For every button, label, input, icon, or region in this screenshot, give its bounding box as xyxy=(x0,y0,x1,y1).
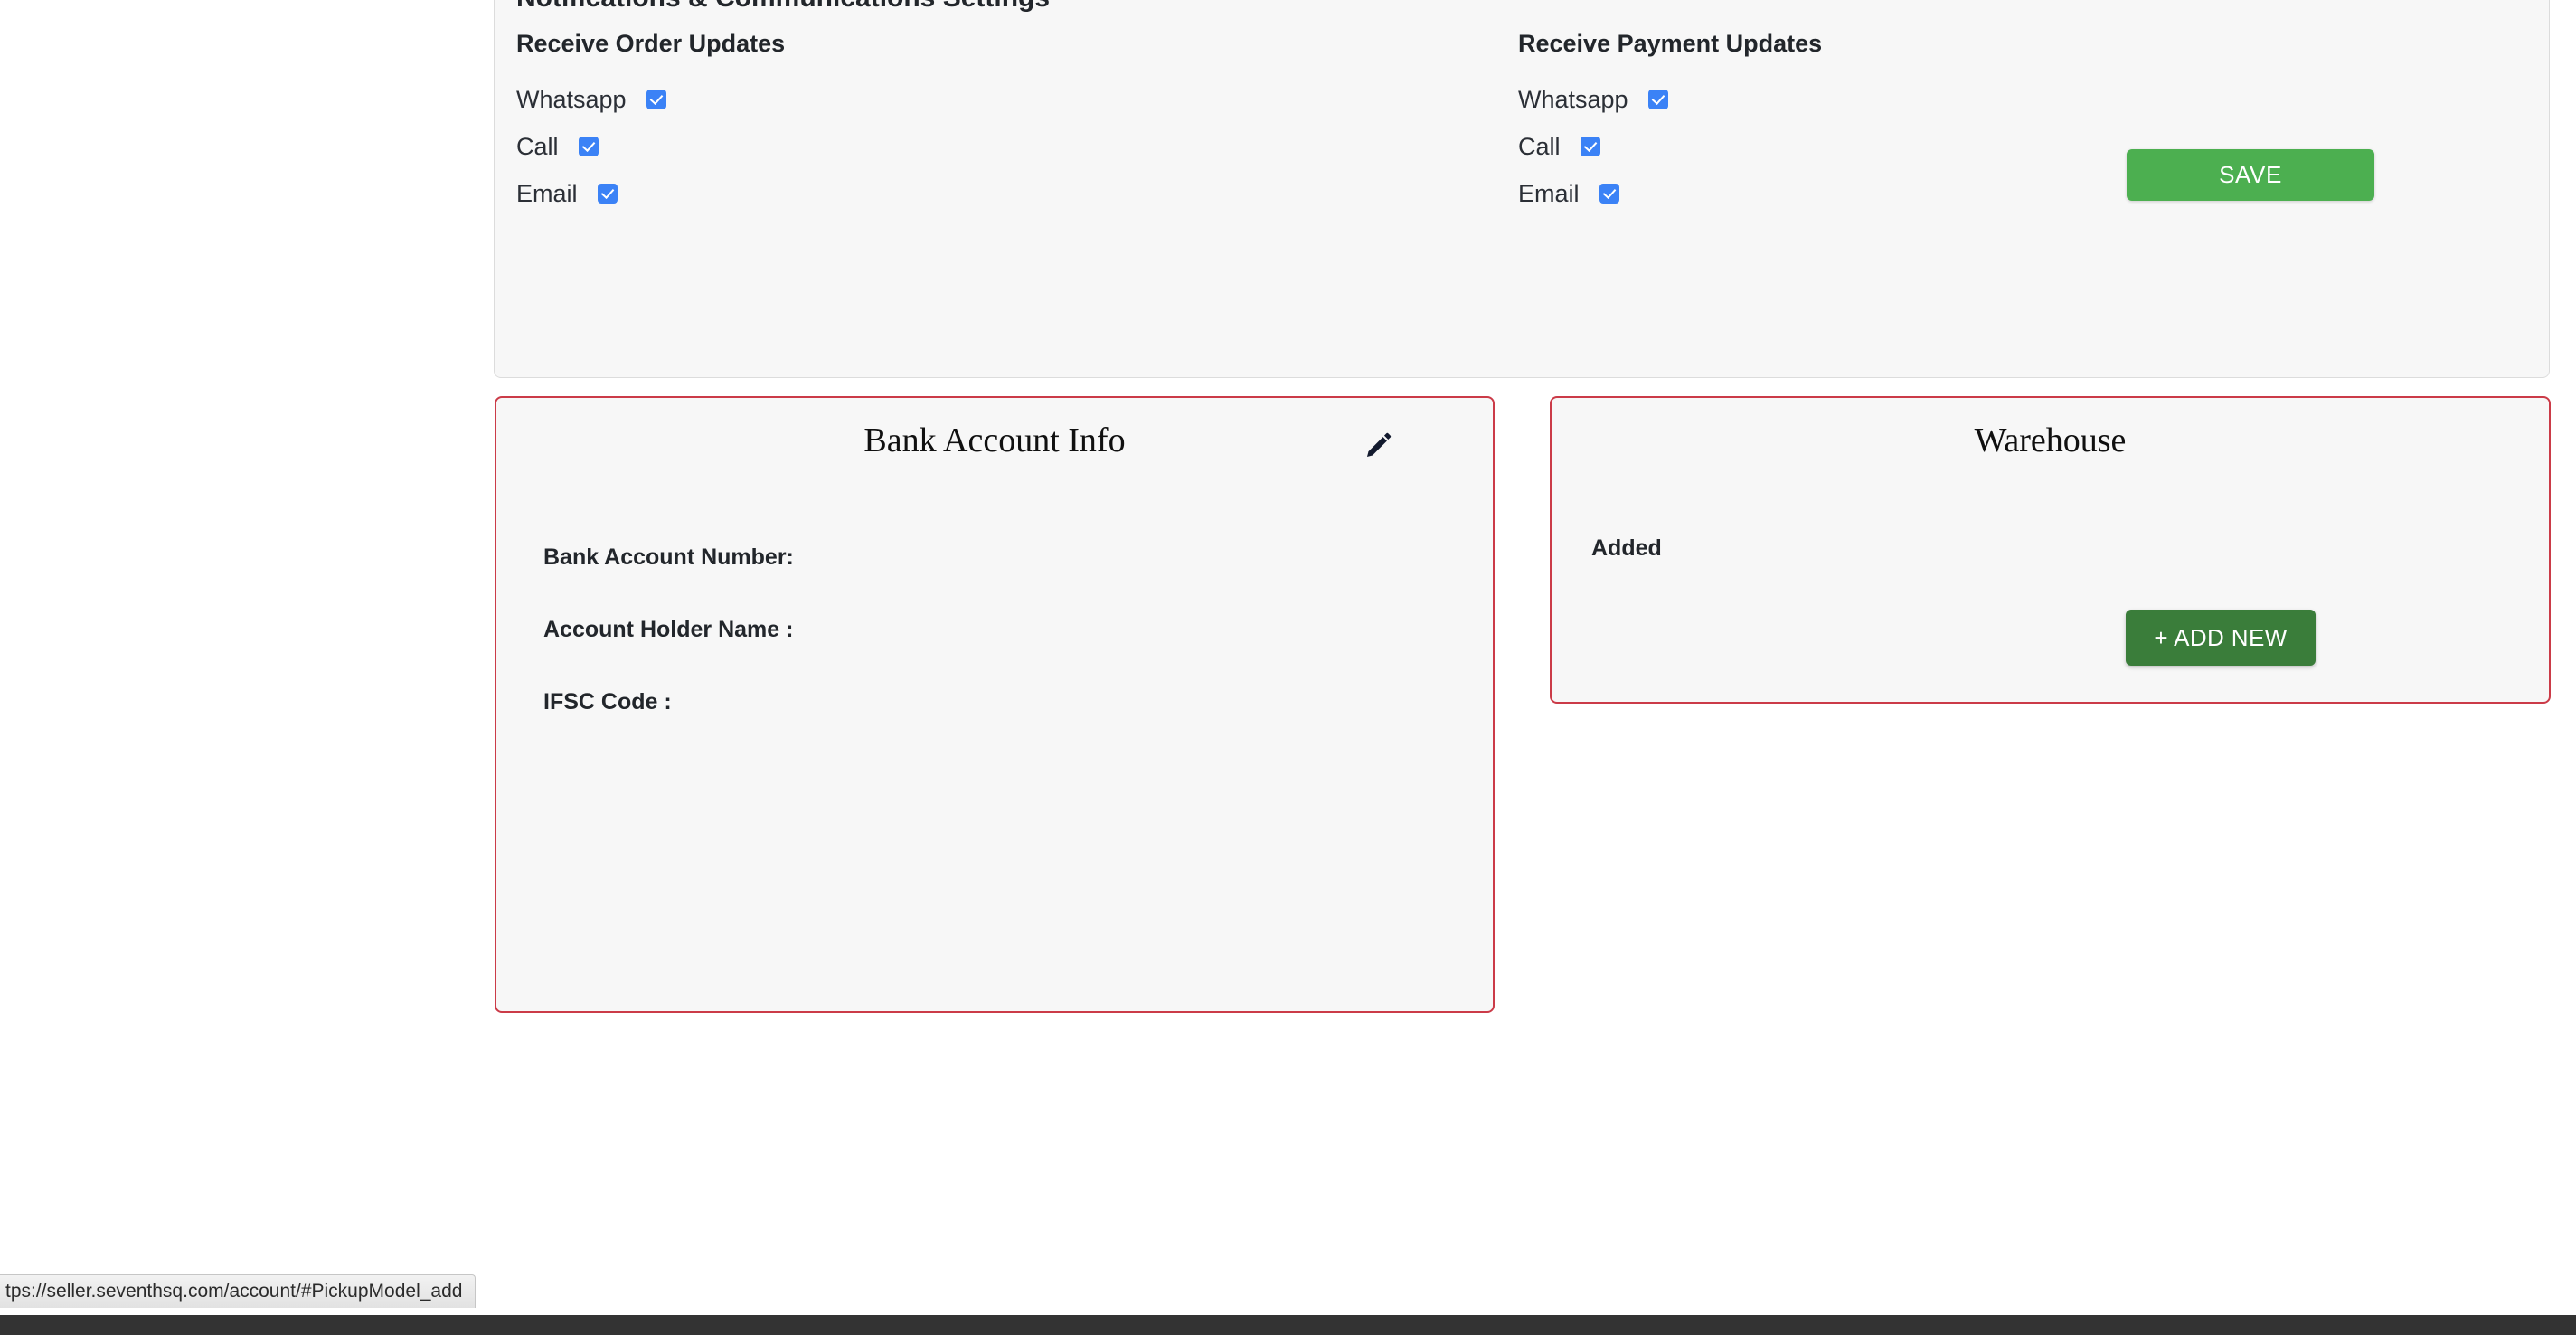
order-updates-email-label: Email xyxy=(516,179,578,207)
payment-updates-whatsapp-checkbox[interactable] xyxy=(1647,90,1668,109)
account-holder-name-label: Account Holder Name : xyxy=(543,617,794,642)
order-updates-email-row: Email xyxy=(516,170,785,217)
payment-updates-email-row: Email xyxy=(1518,170,1822,217)
order-updates-call-label: Call xyxy=(516,132,559,160)
taskbar xyxy=(0,1315,2576,1335)
browser-status-bar: tps://seller.seventhsq.com/account/#Pick… xyxy=(0,1274,477,1308)
notifications-settings-panel: Notifications & Communications Settings … xyxy=(494,0,2550,378)
add-new-warehouse-button[interactable]: + ADD NEW xyxy=(2126,610,2316,666)
order-updates-call-row: Call xyxy=(516,123,785,170)
notifications-settings-title: Notifications & Communications Settings xyxy=(516,0,1050,14)
receive-order-updates-heading: Receive Order Updates xyxy=(516,30,786,57)
payment-updates-call-checkbox[interactable] xyxy=(1580,137,1600,156)
bank-account-info-title: Bank Account Info xyxy=(863,421,1126,459)
receive-payment-updates-heading: Receive Payment Updates xyxy=(1518,30,1823,57)
payment-updates-whatsapp-row: Whatsapp xyxy=(1518,76,1822,123)
save-button[interactable]: SAVE xyxy=(2127,149,2374,201)
status-bar-url: tps://seller.seventhsq.com/account/#Pick… xyxy=(5,1281,463,1302)
warehouse-status-label: Added xyxy=(1591,535,1662,561)
order-updates-whatsapp-checkbox[interactable] xyxy=(646,90,666,109)
bank-account-number-label: Bank Account Number: xyxy=(543,544,794,570)
payment-updates-email-checkbox[interactable] xyxy=(1599,184,1619,204)
bank-account-fields: Bank Account Number: Account Holder Name… xyxy=(543,544,1457,762)
payment-updates-call-row: Call xyxy=(1518,123,1822,170)
payment-updates-call-label: Call xyxy=(1518,132,1561,160)
bank-account-info-card: Bank Account Info Bank Account Number: A… xyxy=(495,396,1495,1013)
warehouse-card: Warehouse Added + ADD NEW xyxy=(1550,396,2551,704)
payment-updates-email-label: Email xyxy=(1518,179,1580,207)
pencil-icon[interactable] xyxy=(1363,431,1393,461)
warehouse-title: Warehouse xyxy=(1974,421,2127,459)
receive-order-updates-group: Receive Order Updates Whatsapp Call Emai… xyxy=(516,30,785,217)
ifsc-code-label: IFSC Code : xyxy=(543,689,672,715)
order-updates-call-checkbox[interactable] xyxy=(578,137,599,156)
payment-updates-whatsapp-label: Whatsapp xyxy=(1518,85,1628,113)
order-updates-email-checkbox[interactable] xyxy=(597,184,618,204)
receive-payment-updates-group: Receive Payment Updates Whatsapp Call Em… xyxy=(1518,30,1822,217)
order-updates-whatsapp-row: Whatsapp xyxy=(516,76,785,123)
order-updates-whatsapp-label: Whatsapp xyxy=(516,85,627,113)
